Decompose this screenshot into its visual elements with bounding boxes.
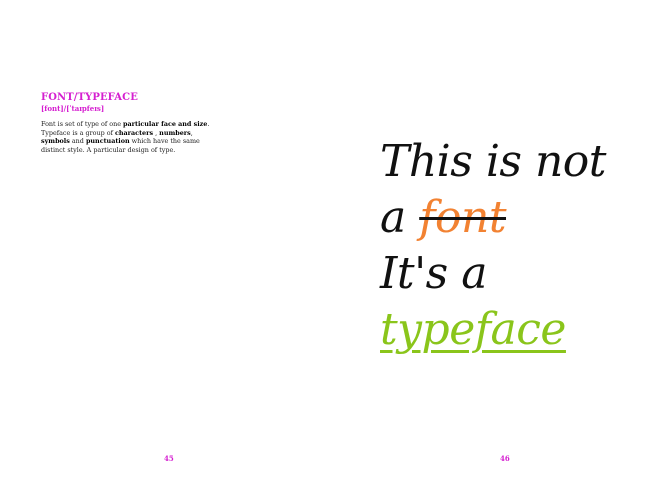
statement-line-4: typeface (380, 302, 670, 358)
definition-bold: punctuation (85, 137, 130, 146)
glossary-entry: FONT/TYPEFACE [font]/[ˈtaɪpfeɪs] Font is… (41, 92, 211, 154)
definition-text: , (190, 128, 193, 137)
statement-prefix: a (380, 192, 420, 243)
page-number-right: 46 (500, 454, 510, 463)
struck-word-font: font (419, 192, 507, 243)
definition-bold: symbols (41, 137, 70, 146)
definition-bold: numbers (159, 128, 191, 137)
entry-term: FONT/TYPEFACE (41, 92, 138, 103)
definition-text: Font is set of type of one (41, 120, 124, 128)
display-statement: This is not a font It's a typeface (380, 134, 670, 358)
book-spread: FONT/TYPEFACE [font]/[ˈtaɪpfeɪs] Font is… (0, 0, 670, 488)
left-page: FONT/TYPEFACE [font]/[ˈtaɪpfeɪs] Font is… (0, 0, 335, 488)
page-number-left: 45 (164, 454, 174, 463)
statement-line-3: It's a (380, 248, 487, 299)
entry-definition: Font is set of type of one particular fa… (41, 120, 211, 154)
statement-line-1: This is not (380, 136, 606, 187)
entry-pronunciation: [font]/[ˈtaɪpfeɪs] (41, 104, 105, 113)
definition-text: and (69, 137, 86, 146)
right-page: This is not a font It's a typeface 46 (335, 0, 670, 488)
definition-bold: particular face and size (123, 120, 208, 128)
definition-bold: characters (115, 128, 154, 137)
statement-line-2: a font (380, 190, 670, 246)
underlined-word-typeface: typeface (380, 304, 566, 355)
